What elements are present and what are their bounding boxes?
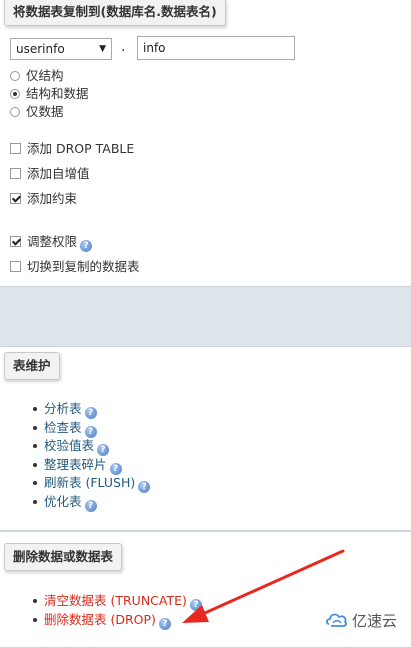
radio-button[interactable] [10, 71, 20, 81]
checkbox[interactable] [10, 236, 21, 247]
watermark-text: 亿速云 [352, 612, 398, 630]
drop-table-link[interactable]: 删除数据表 (DROP) [44, 612, 156, 627]
checkbox-label: 调整权限 [27, 234, 78, 249]
list-item: 刷新表 (FLUSH)? [0, 474, 151, 493]
database-select[interactable]: userinfo ▼ [10, 38, 112, 60]
radio-structure-only[interactable]: 仅结构 [10, 67, 64, 85]
database-select-value: userinfo [16, 42, 65, 56]
analyze-table-link[interactable]: 分析表 [44, 401, 82, 416]
radio-label: 结构和数据 [26, 86, 89, 101]
table-maintenance-panel: 表维护 分析表? 检查表? 校验值表? 整理表碎片? 刷新表 (FLUSH)? … [0, 346, 411, 531]
checkbox[interactable] [10, 261, 21, 272]
radio-label: 仅结构 [26, 68, 64, 83]
list-item: 校验值表? [0, 437, 150, 456]
check-add-auto-increment[interactable]: 添加自增值 [10, 165, 90, 183]
help-icon[interactable]: ? [158, 617, 171, 630]
help-icon[interactable]: ? [84, 425, 97, 438]
truncate-table-link[interactable]: 清空数据表 (TRUNCATE) [44, 593, 187, 608]
list-item: 整理表碎片? [0, 456, 150, 475]
checkbox-label: 添加自增值 [27, 166, 90, 181]
help-icon[interactable]: ? [97, 444, 110, 456]
copy-table-legend: 将数据表复制到(数据库名.数据表名) [4, 0, 226, 26]
check-switch-to-copied-table[interactable]: 切换到复制的数据表 [10, 258, 140, 276]
list-item: 优化表? [0, 493, 150, 512]
radio-button[interactable] [10, 107, 20, 117]
table-name-input[interactable] [137, 36, 295, 60]
list-item: 清空数据表 (TRUNCATE)? [0, 592, 202, 611]
radio-label: 仅数据 [26, 104, 64, 119]
radio-structure-and-data[interactable]: 结构和数据 [10, 85, 89, 103]
defragment-table-link[interactable]: 整理表碎片 [44, 457, 107, 472]
checkbox-label: 添加约束 [27, 191, 78, 206]
list-item: 分析表? [0, 400, 150, 419]
check-adjust-privileges[interactable]: 调整权限? [10, 233, 93, 252]
table-maintenance-legend: 表维护 [4, 352, 60, 380]
check-add-drop-table[interactable]: 添加 DROP TABLE [10, 140, 134, 158]
optimize-table-link[interactable]: 优化表 [44, 494, 82, 509]
checkbox[interactable] [10, 168, 21, 179]
help-icon[interactable]: ? [138, 481, 151, 493]
checkbox-label: 添加 DROP TABLE [27, 141, 135, 156]
checkbox[interactable] [10, 143, 21, 154]
delete-list: 清空数据表 (TRUNCATE)? 删除数据表 (DROP)? [0, 592, 202, 630]
checkbox[interactable] [10, 193, 21, 204]
checkbox-label: 切换到复制的数据表 [27, 259, 140, 274]
list-item: 删除数据表 (DROP)? [0, 611, 202, 630]
help-icon[interactable]: ? [84, 407, 97, 419]
help-icon[interactable]: ? [84, 499, 97, 512]
cloud-logo-icon [326, 613, 347, 627]
checksum-table-link[interactable]: 校验值表 [44, 438, 94, 453]
copy-table-panel: 将数据表复制到(数据库名.数据表名) userinfo ▼ . 仅结构 结构和数… [0, 0, 411, 287]
list-item: 检查表? [0, 419, 150, 438]
delete-data-legend: 删除数据或数据表 [4, 543, 123, 571]
help-icon[interactable]: ? [189, 599, 202, 611]
radio-data-only[interactable]: 仅数据 [10, 103, 64, 121]
maintenance-list: 分析表? 检查表? 校验值表? 整理表碎片? 刷新表 (FLUSH)? 优化表? [0, 400, 151, 512]
help-icon[interactable]: ? [80, 240, 93, 252]
help-icon[interactable]: ? [109, 462, 122, 475]
chevron-down-icon: ▼ [99, 44, 106, 54]
watermark: 亿速云 [312, 600, 411, 644]
check-table-link[interactable]: 检查表 [44, 420, 82, 435]
db-table-separator: . [121, 39, 126, 55]
flush-table-link[interactable]: 刷新表 (FLUSH) [44, 475, 135, 490]
radio-button[interactable] [10, 89, 20, 99]
check-add-constraints[interactable]: 添加约束 [10, 190, 77, 208]
